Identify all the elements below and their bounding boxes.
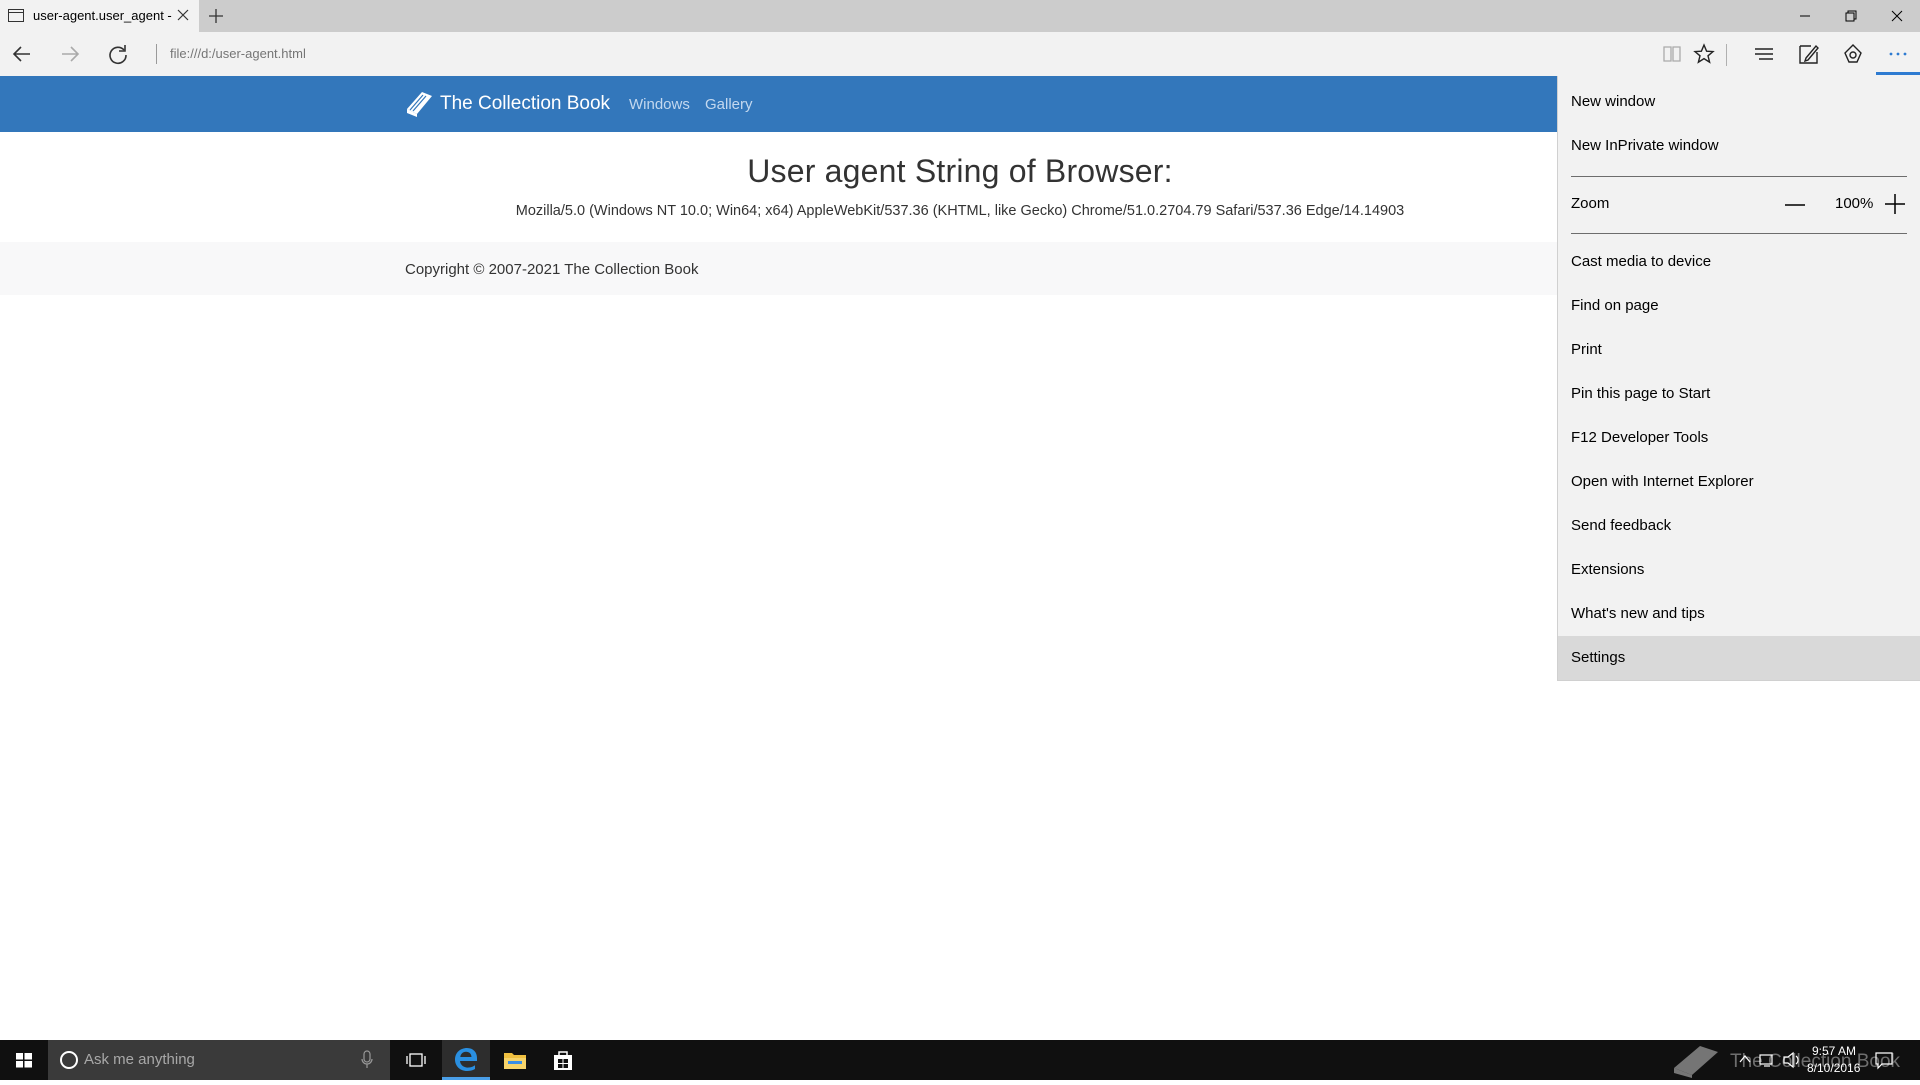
- menu-item-new-inprivate-window[interactable]: New InPrivate window: [1558, 124, 1920, 168]
- web-note-icon[interactable]: [1797, 42, 1821, 66]
- favorite-star-icon[interactable]: [1692, 42, 1716, 66]
- taskbar-app-edge[interactable]: [442, 1040, 490, 1080]
- volume-icon[interactable]: [1782, 1051, 1802, 1069]
- task-view-icon: [406, 1053, 426, 1067]
- taskbar: Ask me anything The Collection Book 9:57…: [0, 1040, 1920, 1080]
- nav-link-windows[interactable]: Windows: [629, 96, 690, 113]
- nav-link-gallery[interactable]: Gallery: [705, 96, 753, 113]
- clock-time[interactable]: 9:57 AM: [1812, 1044, 1856, 1058]
- restore-button[interactable]: [1828, 0, 1874, 32]
- forward-icon[interactable]: [58, 42, 82, 66]
- menu-item-find-on-page[interactable]: Find on page: [1558, 284, 1920, 328]
- windows-logo-icon: [16, 1053, 32, 1068]
- chevron-up-icon[interactable]: [1738, 1052, 1752, 1066]
- address-field[interactable]: file:///d:/user-agent.html: [170, 46, 306, 61]
- browser-tab[interactable]: user-agent.user_agent -: [0, 0, 199, 32]
- start-button[interactable]: [0, 1040, 48, 1080]
- taskbar-app-file-explorer[interactable]: [491, 1040, 539, 1080]
- reading-view-icon[interactable]: [1660, 42, 1684, 66]
- title-bar: user-agent.user_agent -: [0, 0, 1920, 32]
- search-placeholder: Ask me anything: [84, 1051, 195, 1068]
- back-icon[interactable]: [10, 42, 34, 66]
- close-icon: [1891, 10, 1903, 22]
- menu-item-print[interactable]: Print: [1558, 328, 1920, 372]
- menu-item-whats-new[interactable]: What's new and tips: [1558, 592, 1920, 636]
- menu-item-send-feedback[interactable]: Send feedback: [1558, 504, 1920, 548]
- close-window-button[interactable]: [1874, 0, 1920, 32]
- more-active-indicator: [1876, 72, 1920, 75]
- toolbar-divider: [1726, 44, 1727, 66]
- menu-item-extensions[interactable]: Extensions: [1558, 548, 1920, 592]
- page-icon: [8, 9, 24, 22]
- clock-date[interactable]: 8/10/2016: [1807, 1061, 1860, 1075]
- menu-item-open-with-ie[interactable]: Open with Internet Explorer: [1558, 460, 1920, 504]
- taskbar-app-store[interactable]: [539, 1040, 587, 1080]
- search-box[interactable]: Ask me anything: [48, 1040, 390, 1080]
- menu-divider: [1571, 176, 1907, 177]
- menu-divider: [1571, 233, 1907, 234]
- task-view-button[interactable]: [392, 1040, 440, 1080]
- restore-icon: [1845, 10, 1857, 22]
- microphone-icon[interactable]: [360, 1050, 374, 1070]
- plus-icon[interactable]: [207, 7, 225, 25]
- network-icon[interactable]: [1758, 1051, 1776, 1069]
- more-actions-menu: New window New InPrivate window Zoom 100…: [1557, 76, 1920, 681]
- action-center-icon[interactable]: [1874, 1050, 1894, 1070]
- menu-item-settings[interactable]: Settings: [1558, 636, 1920, 680]
- navigation-bar: file:///d:/user-agent.html: [0, 32, 1920, 76]
- copyright-text: Copyright © 2007-2021 The Collection Boo…: [405, 261, 699, 278]
- minimize-button[interactable]: [1782, 0, 1828, 32]
- menu-item-zoom: Zoom 100%: [1558, 182, 1920, 226]
- menu-item-developer-tools[interactable]: F12 Developer Tools: [1558, 416, 1920, 460]
- share-icon[interactable]: [1841, 42, 1865, 66]
- minimize-icon: [1800, 15, 1810, 17]
- menu-item-pin-to-start[interactable]: Pin this page to Start: [1558, 372, 1920, 416]
- menu-item-cast-media[interactable]: Cast media to device: [1558, 240, 1920, 284]
- book-watermark-icon: [1674, 1046, 1718, 1078]
- hub-icon[interactable]: [1752, 42, 1776, 66]
- address-divider: [156, 44, 157, 64]
- zoom-level: 100%: [1835, 195, 1874, 212]
- tab-title: user-agent.user_agent -: [33, 8, 172, 23]
- close-icon[interactable]: [176, 8, 190, 22]
- book-logo-icon[interactable]: [404, 89, 434, 117]
- refresh-icon[interactable]: [106, 42, 130, 66]
- menu-item-new-window[interactable]: New window: [1558, 80, 1920, 124]
- cortana-icon: [60, 1051, 78, 1069]
- zoom-in-icon[interactable]: [1884, 193, 1906, 215]
- store-icon: [554, 1051, 572, 1070]
- more-icon[interactable]: [1886, 42, 1910, 66]
- site-brand[interactable]: The Collection Book: [440, 93, 610, 115]
- file-explorer-icon: [504, 1053, 526, 1069]
- zoom-out-icon[interactable]: [1784, 195, 1806, 215]
- edge-icon: [455, 1047, 477, 1071]
